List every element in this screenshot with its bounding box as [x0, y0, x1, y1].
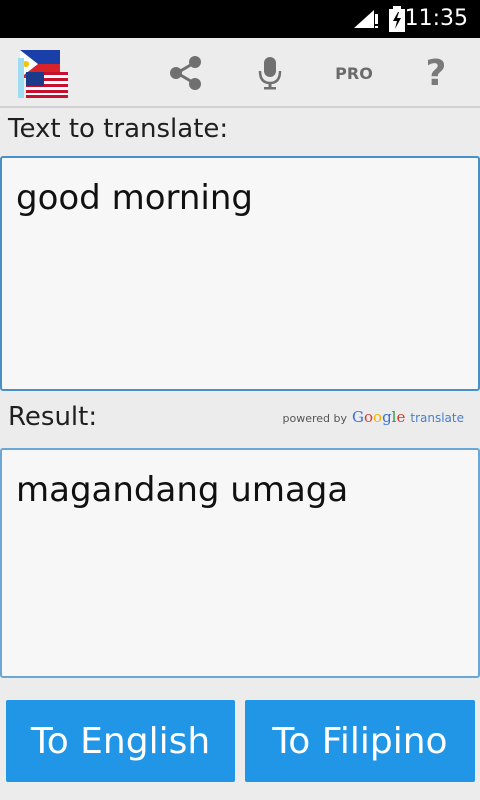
- status-time: 11:35: [404, 6, 468, 31]
- microphone-icon: [258, 57, 282, 90]
- powered-by-text: powered by: [282, 412, 348, 425]
- pro-button[interactable]: PRO: [324, 38, 384, 108]
- microphone-button[interactable]: [246, 38, 294, 108]
- input-label: Text to translate:: [8, 114, 229, 144]
- share-icon: [170, 56, 201, 90]
- signal-icon: [354, 10, 378, 28]
- share-button[interactable]: [160, 38, 212, 108]
- result-label: Result:: [8, 402, 98, 432]
- result-output[interactable]: magandang umaga: [0, 448, 480, 678]
- help-button[interactable]: ?: [412, 38, 460, 108]
- powered-by-google-translate: powered by Google translate: [283, 408, 464, 426]
- battery-icon: [389, 6, 405, 32]
- google-logo-text: Google: [352, 408, 406, 426]
- philippines-usa-flags-icon[interactable]: [16, 48, 72, 100]
- toolbar: PRO ?: [0, 38, 480, 108]
- translate-text: translate: [410, 411, 464, 425]
- to-english-button[interactable]: To English: [6, 700, 235, 782]
- to-filipino-button[interactable]: To Filipino: [245, 700, 475, 782]
- text-to-translate-input[interactable]: good morning: [0, 156, 480, 391]
- status-bar: 11:35: [0, 0, 480, 38]
